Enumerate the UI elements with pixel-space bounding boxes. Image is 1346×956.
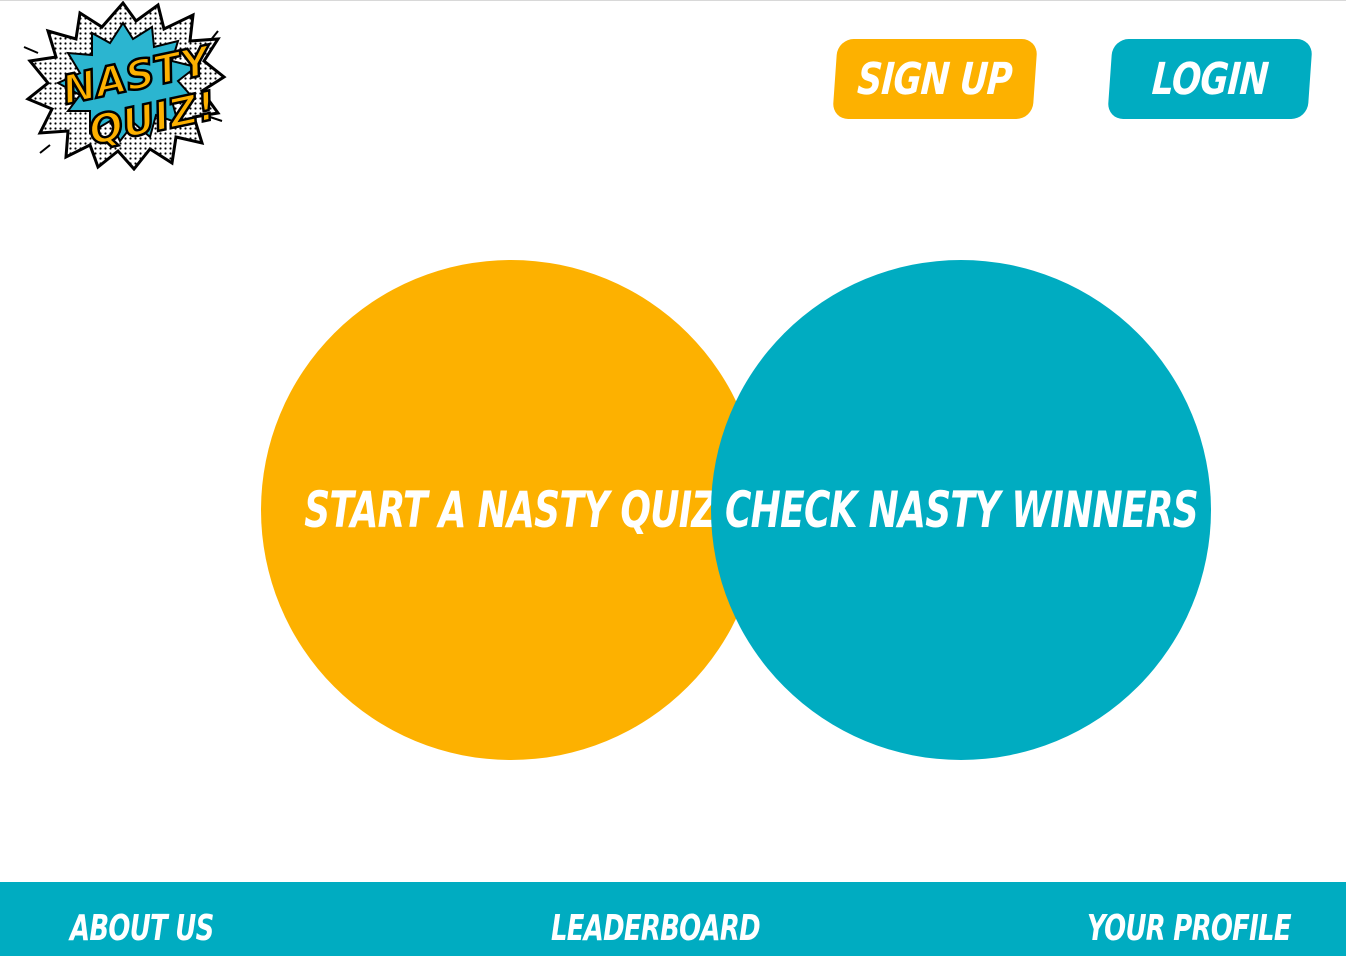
start-quiz-label: START A NASTY QUIZ [304, 481, 718, 539]
login-button[interactable]: LOGIN [1107, 39, 1313, 119]
nasty-quiz-logo[interactable]: NASTY QUIZ! [18, 1, 228, 171]
footer-about-us-link[interactable]: ABOUT US [70, 908, 214, 949]
sign-up-button[interactable]: SIGN UP [832, 39, 1038, 119]
footer-leaderboard-link[interactable]: LEADERBOARD [551, 908, 761, 949]
start-quiz-button[interactable]: START A NASTY QUIZ [261, 260, 761, 760]
footer-your-profile-link[interactable]: YOUR PROFILE [1087, 908, 1292, 949]
check-winners-button[interactable]: CHECK NASTY WINNERS [711, 260, 1211, 760]
footer-bar: ABOUT US LEADERBOARD YOUR PROFILE [0, 882, 1346, 956]
sign-up-label: SIGN UP [856, 53, 1014, 105]
login-label: LOGIN [1150, 53, 1270, 105]
check-winners-label: CHECK NASTY WINNERS [724, 481, 1199, 539]
